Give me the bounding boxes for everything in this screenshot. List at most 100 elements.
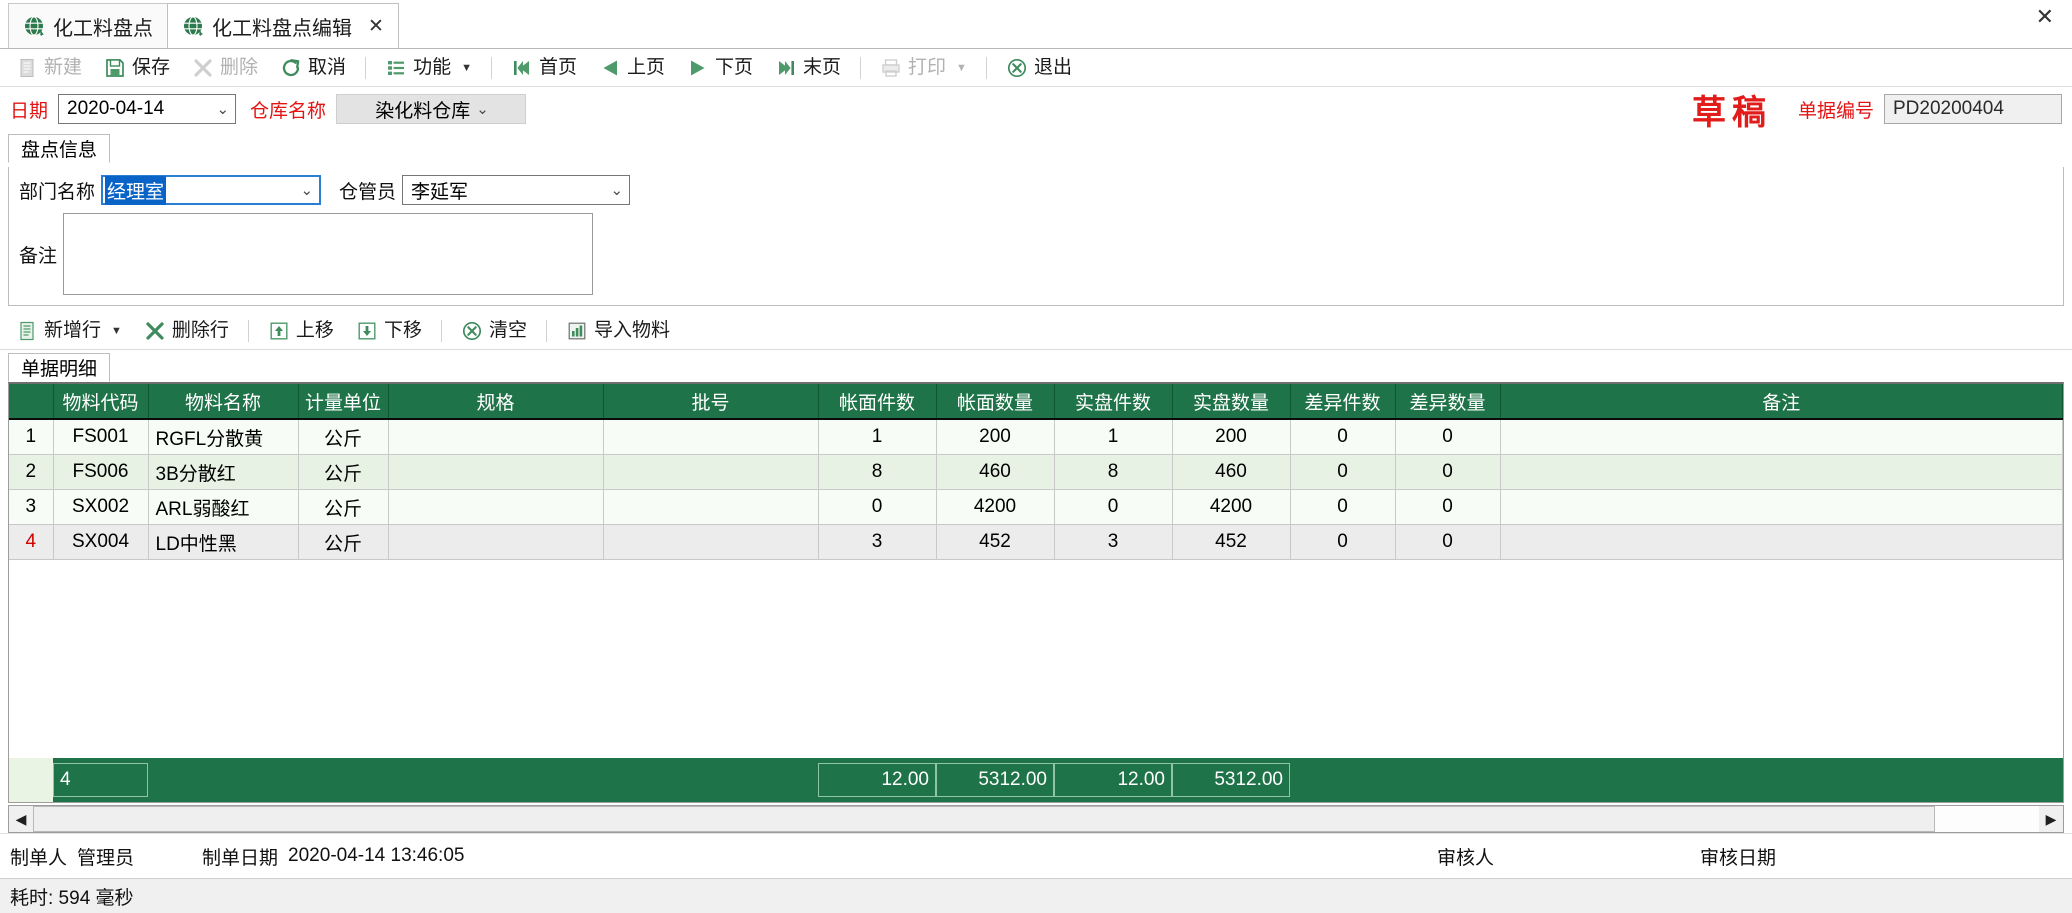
print-button[interactable]: 打印 ▼	[870, 53, 977, 83]
table-row[interactable]: 3 SX002 ARL弱酸红 公斤 0 4200 0 4200 0 0	[9, 489, 2063, 525]
scrollbar-track[interactable]	[1935, 806, 2039, 832]
cell-spec[interactable]	[388, 489, 604, 525]
cell-actual-qty[interactable]: 200	[1172, 419, 1291, 455]
cell-remark[interactable]	[1500, 489, 2063, 525]
column-header-unit[interactable]: 计量单位	[298, 384, 389, 420]
cell-diff-pcs[interactable]: 0	[1290, 454, 1396, 490]
cell-name[interactable]: RGFL分散黄	[148, 419, 299, 455]
docno-field[interactable]: PD20200404	[1884, 94, 2062, 124]
cell-actual-pcs[interactable]: 1	[1054, 419, 1173, 455]
horizontal-scrollbar[interactable]: ◀ ▶	[8, 805, 2064, 833]
cell-diff-qty[interactable]: 0	[1395, 524, 1501, 560]
cell-actual-pcs[interactable]: 0	[1054, 489, 1173, 525]
column-header-diff-qty[interactable]: 差异数量	[1395, 384, 1501, 420]
first-page-button[interactable]: 首页	[501, 53, 587, 83]
column-header-book-qty[interactable]: 帐面数量	[936, 384, 1055, 420]
cell-remark[interactable]	[1500, 454, 2063, 490]
column-header-book-pcs[interactable]: 帐面件数	[818, 384, 937, 420]
table-row[interactable]: 2 FS006 3B分散红 公斤 8 460 8 460 0 0	[9, 454, 2063, 490]
warehouse-select[interactable]: 染化料仓库 ⌄	[336, 94, 527, 124]
cell-remark[interactable]	[1500, 524, 2063, 560]
column-header-remark[interactable]: 备注	[1500, 384, 2063, 420]
move-down-button[interactable]: 下移	[346, 316, 432, 346]
exit-button[interactable]: 退出	[996, 53, 1082, 83]
cell-actual-qty[interactable]: 460	[1172, 454, 1291, 490]
table-row[interactable]: 4 SX004 LD中性黑 公斤 3 452 3 452 0 0	[9, 524, 2063, 560]
cell-spec[interactable]	[388, 419, 604, 455]
cell-book-pcs[interactable]: 1	[818, 419, 937, 455]
cancel-button[interactable]: 取消	[270, 53, 356, 83]
scroll-left-icon[interactable]: ◀	[9, 806, 33, 832]
last-page-button[interactable]: 末页	[765, 53, 851, 83]
cell-unit[interactable]: 公斤	[298, 524, 389, 560]
clear-button[interactable]: 清空	[451, 316, 537, 346]
cell-actual-pcs[interactable]: 3	[1054, 524, 1173, 560]
new-button[interactable]: 新建	[6, 53, 92, 83]
cell-name[interactable]: ARL弱酸红	[148, 489, 299, 525]
column-header-name[interactable]: 物料名称	[148, 384, 299, 420]
cell-diff-qty[interactable]: 0	[1395, 454, 1501, 490]
cell-book-pcs[interactable]: 0	[818, 489, 937, 525]
cell-name[interactable]: 3B分散红	[148, 454, 299, 490]
cell-batch[interactable]	[603, 454, 819, 490]
cell-diff-qty[interactable]: 0	[1395, 489, 1501, 525]
cell-spec[interactable]	[388, 454, 604, 490]
save-button[interactable]: 保存	[94, 53, 180, 83]
scrollbar-thumb[interactable]	[33, 806, 1935, 832]
cell-book-qty[interactable]: 452	[936, 524, 1055, 560]
cell-batch[interactable]	[603, 524, 819, 560]
tab-inventory-list[interactable]: 化工料盘点	[8, 3, 168, 48]
tab-inventory-edit[interactable]: 化工料盘点编辑 ✕	[167, 3, 399, 48]
move-up-button[interactable]: 上移	[258, 316, 344, 346]
tab-detail[interactable]: 单据明细	[8, 353, 111, 382]
cell-diff-qty[interactable]: 0	[1395, 419, 1501, 455]
cell-diff-pcs[interactable]: 0	[1290, 524, 1396, 560]
dept-select[interactable]: 经理室 ⌄	[101, 175, 322, 205]
cell-actual-pcs[interactable]: 8	[1054, 454, 1173, 490]
column-header-corner[interactable]	[9, 384, 54, 420]
keeper-select[interactable]: 李延军 ⌄	[402, 175, 631, 205]
cell-name[interactable]: LD中性黑	[148, 524, 299, 560]
column-header-spec[interactable]: 规格	[388, 384, 604, 420]
cell-book-qty[interactable]: 4200	[936, 489, 1055, 525]
delete-row-button[interactable]: 删除行	[134, 316, 239, 346]
cell-code[interactable]: SX004	[53, 524, 149, 560]
column-header-actual-qty[interactable]: 实盘数量	[1172, 384, 1291, 420]
next-page-button[interactable]: 下页	[677, 53, 763, 83]
cell-remark[interactable]	[1500, 419, 2063, 455]
close-icon[interactable]: ✕	[368, 15, 384, 38]
cell-batch[interactable]	[603, 419, 819, 455]
tab-inventory-info[interactable]: 盘点信息	[8, 134, 111, 163]
column-header-code[interactable]: 物料代码	[53, 384, 149, 420]
cell-spec[interactable]	[388, 524, 604, 560]
cell-diff-pcs[interactable]: 0	[1290, 419, 1396, 455]
scroll-right-icon[interactable]: ▶	[2039, 806, 2063, 832]
cell-diff-pcs[interactable]: 0	[1290, 489, 1396, 525]
note-textarea[interactable]	[63, 213, 594, 295]
cell-book-qty[interactable]: 200	[936, 419, 1055, 455]
cell-book-qty[interactable]: 460	[936, 454, 1055, 490]
cell-code[interactable]: FS006	[53, 454, 149, 490]
cell-book-pcs[interactable]: 3	[818, 524, 937, 560]
add-row-button[interactable]: 新增行 ▼	[6, 316, 132, 346]
toolbar-separator	[490, 56, 492, 79]
cell-unit[interactable]: 公斤	[298, 489, 389, 525]
cell-actual-qty[interactable]: 4200	[1172, 489, 1291, 525]
table-row[interactable]: 1 FS001 RGFL分散黄 公斤 1 200 1 200 0 0	[9, 419, 2063, 455]
cell-batch[interactable]	[603, 489, 819, 525]
cell-unit[interactable]: 公斤	[298, 454, 389, 490]
cell-actual-qty[interactable]: 452	[1172, 524, 1291, 560]
cell-book-pcs[interactable]: 8	[818, 454, 937, 490]
date-input[interactable]: 2020-04-14 ⌄	[58, 94, 237, 124]
cell-code[interactable]: FS001	[53, 419, 149, 455]
cell-unit[interactable]: 公斤	[298, 419, 389, 455]
window-close-icon[interactable]: ✕	[2030, 4, 2060, 30]
import-material-button[interactable]: 导入物料	[556, 316, 680, 346]
cell-code[interactable]: SX002	[53, 489, 149, 525]
delete-button[interactable]: 删除	[182, 53, 268, 83]
function-menu-button[interactable]: 功能 ▼	[375, 53, 482, 83]
column-header-diff-pcs[interactable]: 差异件数	[1290, 384, 1396, 420]
column-header-actual-pcs[interactable]: 实盘件数	[1054, 384, 1173, 420]
prev-page-button[interactable]: 上页	[589, 53, 675, 83]
column-header-batch[interactable]: 批号	[603, 384, 819, 420]
